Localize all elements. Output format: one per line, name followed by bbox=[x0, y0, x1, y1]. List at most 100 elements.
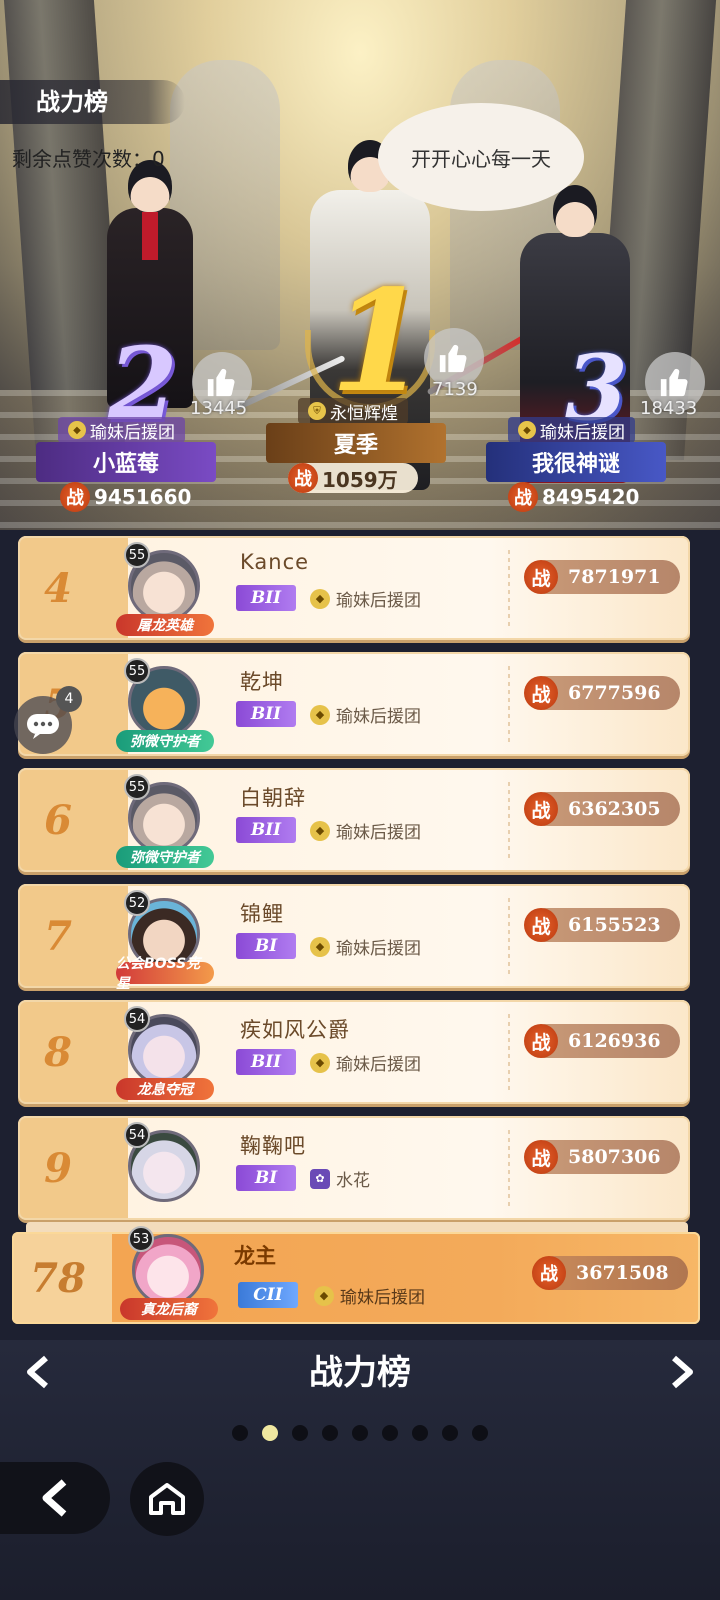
guild-name: ◆ 瑜妹后援团 bbox=[314, 1283, 425, 1308]
tier-badge: BII bbox=[236, 701, 296, 727]
my-ranking-row[interactable]: 78 53 真龙后裔 龙主 CII ◆ 瑜妹后援团 战 3671508 bbox=[12, 1226, 700, 1324]
player-name: 乾坤 bbox=[240, 670, 284, 694]
title-badge: 弥微守护者 bbox=[116, 730, 214, 752]
page-dot[interactable] bbox=[472, 1425, 488, 1441]
player-name: 龙主 bbox=[234, 1244, 276, 1268]
page-dot[interactable] bbox=[442, 1425, 458, 1441]
like-count-rank-3: 18433 bbox=[640, 398, 698, 419]
guild-icon: ◆ bbox=[310, 1052, 330, 1073]
chevron-left-icon bbox=[27, 1355, 48, 1389]
level-badge: 52 bbox=[124, 890, 150, 916]
power-value: 战 6777596 bbox=[524, 676, 680, 710]
ranking-row[interactable]: 6 55 弥微守护者 白朝辞 BII ◆ 瑜妹后援团 战 6362305 bbox=[18, 768, 690, 872]
name-plate-rank-1[interactable]: 夏季 bbox=[266, 423, 446, 463]
guild-icon: ◆ bbox=[314, 1285, 334, 1306]
avatar[interactable]: 54 bbox=[116, 1120, 214, 1216]
guild-icon: ◆ bbox=[310, 588, 330, 609]
ranking-row[interactable]: 7 52 公会BOSS克星 锦鲤 BI ◆ 瑜妹后援团 战 6155523 bbox=[18, 884, 690, 992]
power-icon: 战 bbox=[524, 560, 558, 594]
guild-name: ◆ 瑜妹后援团 bbox=[310, 702, 421, 727]
level-badge: 54 bbox=[124, 1122, 150, 1148]
guild-name: ◆ 瑜妹后援团 bbox=[310, 1050, 421, 1075]
page-title: 战力榜 bbox=[0, 80, 185, 124]
board-title: 战力榜 bbox=[309, 1353, 411, 1393]
avatar[interactable]: 54 龙息夺冠 bbox=[116, 1004, 214, 1100]
power-icon: 战 bbox=[524, 676, 558, 710]
tier-badge: BI bbox=[236, 933, 296, 959]
title-badge: 公会BOSS克星 bbox=[116, 956, 214, 992]
tier-badge: CII bbox=[238, 1282, 298, 1308]
guild-tag-rank-3: ◆ 瑜妹后援团 bbox=[508, 417, 635, 443]
guild-name: ✿ 水花 bbox=[310, 1166, 370, 1191]
level-badge: 54 bbox=[124, 1006, 150, 1032]
ranking-row[interactable]: 4 55 屠龙英雄 Kance BII ◆ 瑜妹后援团 战 7871971 bbox=[18, 536, 690, 640]
ranking-row[interactable]: 9 54 鞠鞠吧 BI ✿ 水花 战 5807306 bbox=[18, 1116, 690, 1220]
page-indicator bbox=[232, 1425, 488, 1441]
player-name: 锦鲤 bbox=[240, 902, 284, 926]
page-dot[interactable] bbox=[322, 1425, 338, 1441]
avatar[interactable]: 53 真龙后裔 bbox=[120, 1224, 218, 1320]
page-dot[interactable] bbox=[232, 1425, 248, 1441]
home-icon bbox=[149, 1483, 185, 1515]
avatar[interactable]: 55 屠龙英雄 bbox=[116, 540, 214, 636]
title-badge: 真龙后裔 bbox=[120, 1298, 218, 1320]
tier-badge: BII bbox=[236, 817, 296, 843]
guild-icon: ◆ bbox=[310, 820, 330, 841]
chat-bubble-icon bbox=[27, 714, 59, 739]
avatar[interactable]: 55 弥微守护者 bbox=[116, 656, 214, 752]
chevron-right-icon bbox=[672, 1355, 693, 1389]
speech-text: 开开心心每一天 bbox=[411, 146, 551, 171]
power-icon: 战 bbox=[524, 908, 558, 942]
power-value: 战 6126936 bbox=[524, 1024, 680, 1058]
avatar[interactable]: 55 弥微守护者 bbox=[116, 772, 214, 868]
power-icon: 战 bbox=[524, 792, 558, 826]
player-name: 白朝辞 bbox=[240, 786, 306, 810]
title-badge: 弥微守护者 bbox=[116, 846, 214, 868]
page-dot[interactable] bbox=[352, 1425, 368, 1441]
next-board-button[interactable] bbox=[660, 1352, 700, 1392]
player-name: Kance bbox=[240, 550, 310, 574]
page-dot[interactable] bbox=[262, 1425, 278, 1441]
avatar[interactable]: 52 公会BOSS克星 bbox=[116, 888, 214, 992]
guild-name: ◆ 瑜妹后援团 bbox=[310, 586, 421, 611]
ranking-row[interactable]: 8 54 龙息夺冠 疾如风公爵 BII ◆ 瑜妹后援团 战 6126936 bbox=[18, 1000, 690, 1104]
power-rank-1: 战 1059万 bbox=[288, 463, 418, 493]
thumbs-up-icon bbox=[207, 368, 235, 397]
level-badge: 55 bbox=[124, 774, 150, 800]
level-badge: 55 bbox=[124, 658, 150, 684]
level-badge: 55 bbox=[124, 542, 150, 568]
guild-icon: ✿ bbox=[310, 1168, 330, 1189]
guild-icon: ◆ bbox=[518, 421, 536, 439]
name-plate-rank-2[interactable]: 小蓝莓 bbox=[36, 442, 216, 482]
power-icon: 战 bbox=[288, 463, 318, 493]
power-value: 战 6362305 bbox=[524, 792, 680, 826]
power-rank-3: 战 8495420 bbox=[508, 482, 639, 512]
page-dot[interactable] bbox=[292, 1425, 308, 1441]
power-icon: 战 bbox=[524, 1140, 558, 1174]
power-value: 战 5807306 bbox=[524, 1140, 680, 1174]
name-plate-rank-3[interactable]: 我很神谜 bbox=[486, 442, 666, 482]
guild-icon: ◆ bbox=[310, 704, 330, 725]
shield-icon: ⛨ bbox=[308, 402, 326, 420]
thumbs-up-icon bbox=[439, 344, 467, 373]
title-badge: 龙息夺冠 bbox=[116, 1078, 214, 1100]
level-badge: 53 bbox=[128, 1226, 154, 1252]
page-dot[interactable] bbox=[412, 1425, 428, 1441]
power-value: 战 7871971 bbox=[524, 560, 680, 594]
player-name: 疾如风公爵 bbox=[240, 1018, 350, 1042]
power-icon: 战 bbox=[60, 482, 90, 512]
power-value: 战 6155523 bbox=[524, 908, 680, 942]
page-dot[interactable] bbox=[382, 1425, 398, 1441]
guild-name: ◆ 瑜妹后援团 bbox=[310, 934, 421, 959]
home-button[interactable] bbox=[130, 1462, 204, 1536]
back-button[interactable] bbox=[0, 1462, 110, 1534]
power-icon: 战 bbox=[532, 1256, 566, 1290]
power-value: 战 3671508 bbox=[532, 1256, 688, 1290]
chat-unread-badge: 4 bbox=[56, 686, 82, 712]
guild-icon: ◆ bbox=[310, 936, 330, 957]
back-arrow-icon bbox=[42, 1479, 67, 1517]
guild-tag-rank-2: ◆ 瑜妹后援团 bbox=[58, 417, 185, 443]
power-icon: 战 bbox=[508, 482, 538, 512]
ranking-row[interactable]: 5 55 弥微守护者 乾坤 BII ◆瑜妹后援团 战6777596 bbox=[18, 652, 690, 756]
previous-board-button[interactable] bbox=[20, 1352, 60, 1392]
